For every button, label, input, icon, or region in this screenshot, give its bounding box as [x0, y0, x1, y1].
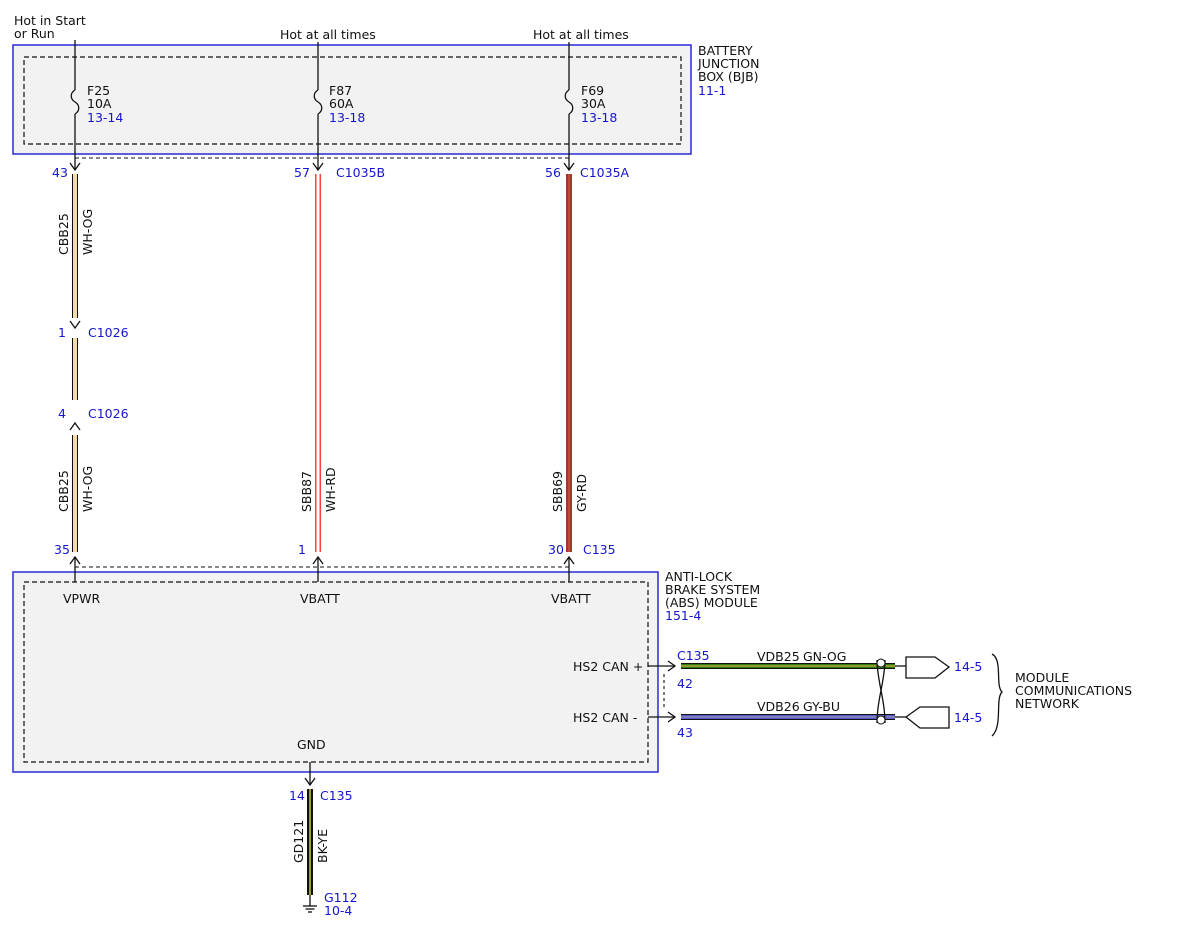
wire-cbb25-upper-circuit: CBB25	[56, 213, 71, 255]
wire-cbb25-lower-color: WH-OG	[80, 466, 95, 512]
abs-pin-hs2-can-plus: HS2 CAN +	[573, 659, 643, 674]
can-plus-offpage-ref: 14-5	[954, 659, 982, 674]
wire-gd121-color: BK-YE	[315, 829, 330, 863]
abs-pin-hs2-can-minus: HS2 CAN -	[573, 710, 637, 725]
connector-arrow-c1026-pin-4	[69, 421, 81, 431]
wire-cbb25-upper-color: WH-OG	[80, 209, 95, 255]
wire-sbb87-circuit: SBB87	[299, 471, 314, 512]
fuse-f69-rating: 30A	[581, 96, 606, 111]
c1026-upper-label: C1026	[88, 325, 129, 340]
abs-pin-vbatt-1: VBATT	[300, 591, 340, 606]
can-minus-pin-label: 43	[677, 725, 693, 740]
c1026-pin-1-label: 1	[58, 325, 66, 340]
pin-35-label: 35	[54, 542, 70, 557]
network-group-brace	[991, 653, 1003, 737]
connector-c1035b-label: C1035B	[336, 165, 385, 180]
wire-gd121-circuit: GD121	[291, 820, 306, 863]
wire-vdb25-circuit: VDB25	[757, 649, 800, 664]
twisted-pair-bottom-cap	[876, 715, 886, 725]
can-plus-offpage-arrow	[905, 656, 951, 679]
wire-sbb87-color: WH-RD	[323, 467, 338, 512]
ground-pin-label: 14	[289, 788, 305, 803]
pin-30-label: 30	[548, 542, 564, 557]
fuse-f69-ref: 13-18	[581, 110, 617, 125]
can-minus-offpage-ref: 14-5	[954, 710, 982, 725]
wire-vdb25-color: GN-OG	[803, 649, 846, 664]
abs-pin-vpwr: VPWR	[63, 591, 100, 606]
pin-43-label: 43	[52, 165, 68, 180]
wire-vdb26-circuit: VDB26	[757, 699, 800, 714]
c1026-lower-label: C1026	[88, 406, 129, 421]
pin-1-label: 1	[298, 542, 306, 557]
can-minus-offpage-arrow	[904, 706, 950, 729]
abs-page-ref: 151-4	[665, 608, 701, 623]
can-plus-pin-label: 42	[677, 676, 693, 691]
pin-56-label: 56	[545, 165, 561, 180]
c1026-pin-4-label: 4	[58, 406, 66, 421]
pin-57-label: 57	[294, 165, 310, 180]
wire-vdb26-color: GY-BU	[803, 699, 840, 714]
feed-label-start-run-line2: or Run	[14, 26, 55, 41]
abs-pin-vbatt-2: VBATT	[551, 591, 591, 606]
wire-sbb69-circuit: SBB69	[550, 471, 565, 512]
feed-label-hot-at-all-times-middle: Hot at all times	[280, 27, 376, 42]
fuse-f25-ref: 13-14	[87, 110, 123, 125]
connector-arrow-c1026-pin-1	[69, 320, 81, 330]
fuse-f87-rating: 60A	[329, 96, 354, 111]
connector-c1035a-label: C1035A	[580, 165, 630, 180]
ground-page-ref: 10-4	[324, 903, 352, 918]
bjb-page-ref: 11-1	[698, 83, 726, 98]
fuse-f87-ref: 13-18	[329, 110, 365, 125]
network-label-line3: NETWORK	[1015, 696, 1080, 711]
feed-label-hot-at-all-times-right: Hot at all times	[533, 27, 629, 42]
can-connector-c135-label: C135	[677, 648, 710, 663]
fuse-f25-rating: 10A	[87, 96, 112, 111]
abs-pin-gnd: GND	[297, 737, 326, 752]
bjb-title-line3: BOX (BJB)	[698, 69, 759, 84]
wire-cbb25-lower-circuit: CBB25	[56, 470, 71, 512]
wiring-diagram: Hot in Start or Run Hot at all times Hot…	[12, 13, 1132, 918]
twisted-pair-top-cap	[876, 658, 886, 668]
connector-c135-top-label: C135	[583, 542, 616, 557]
ground-connector-label: C135	[320, 788, 353, 803]
wire-sbb69-color: GY-RD	[574, 474, 589, 512]
